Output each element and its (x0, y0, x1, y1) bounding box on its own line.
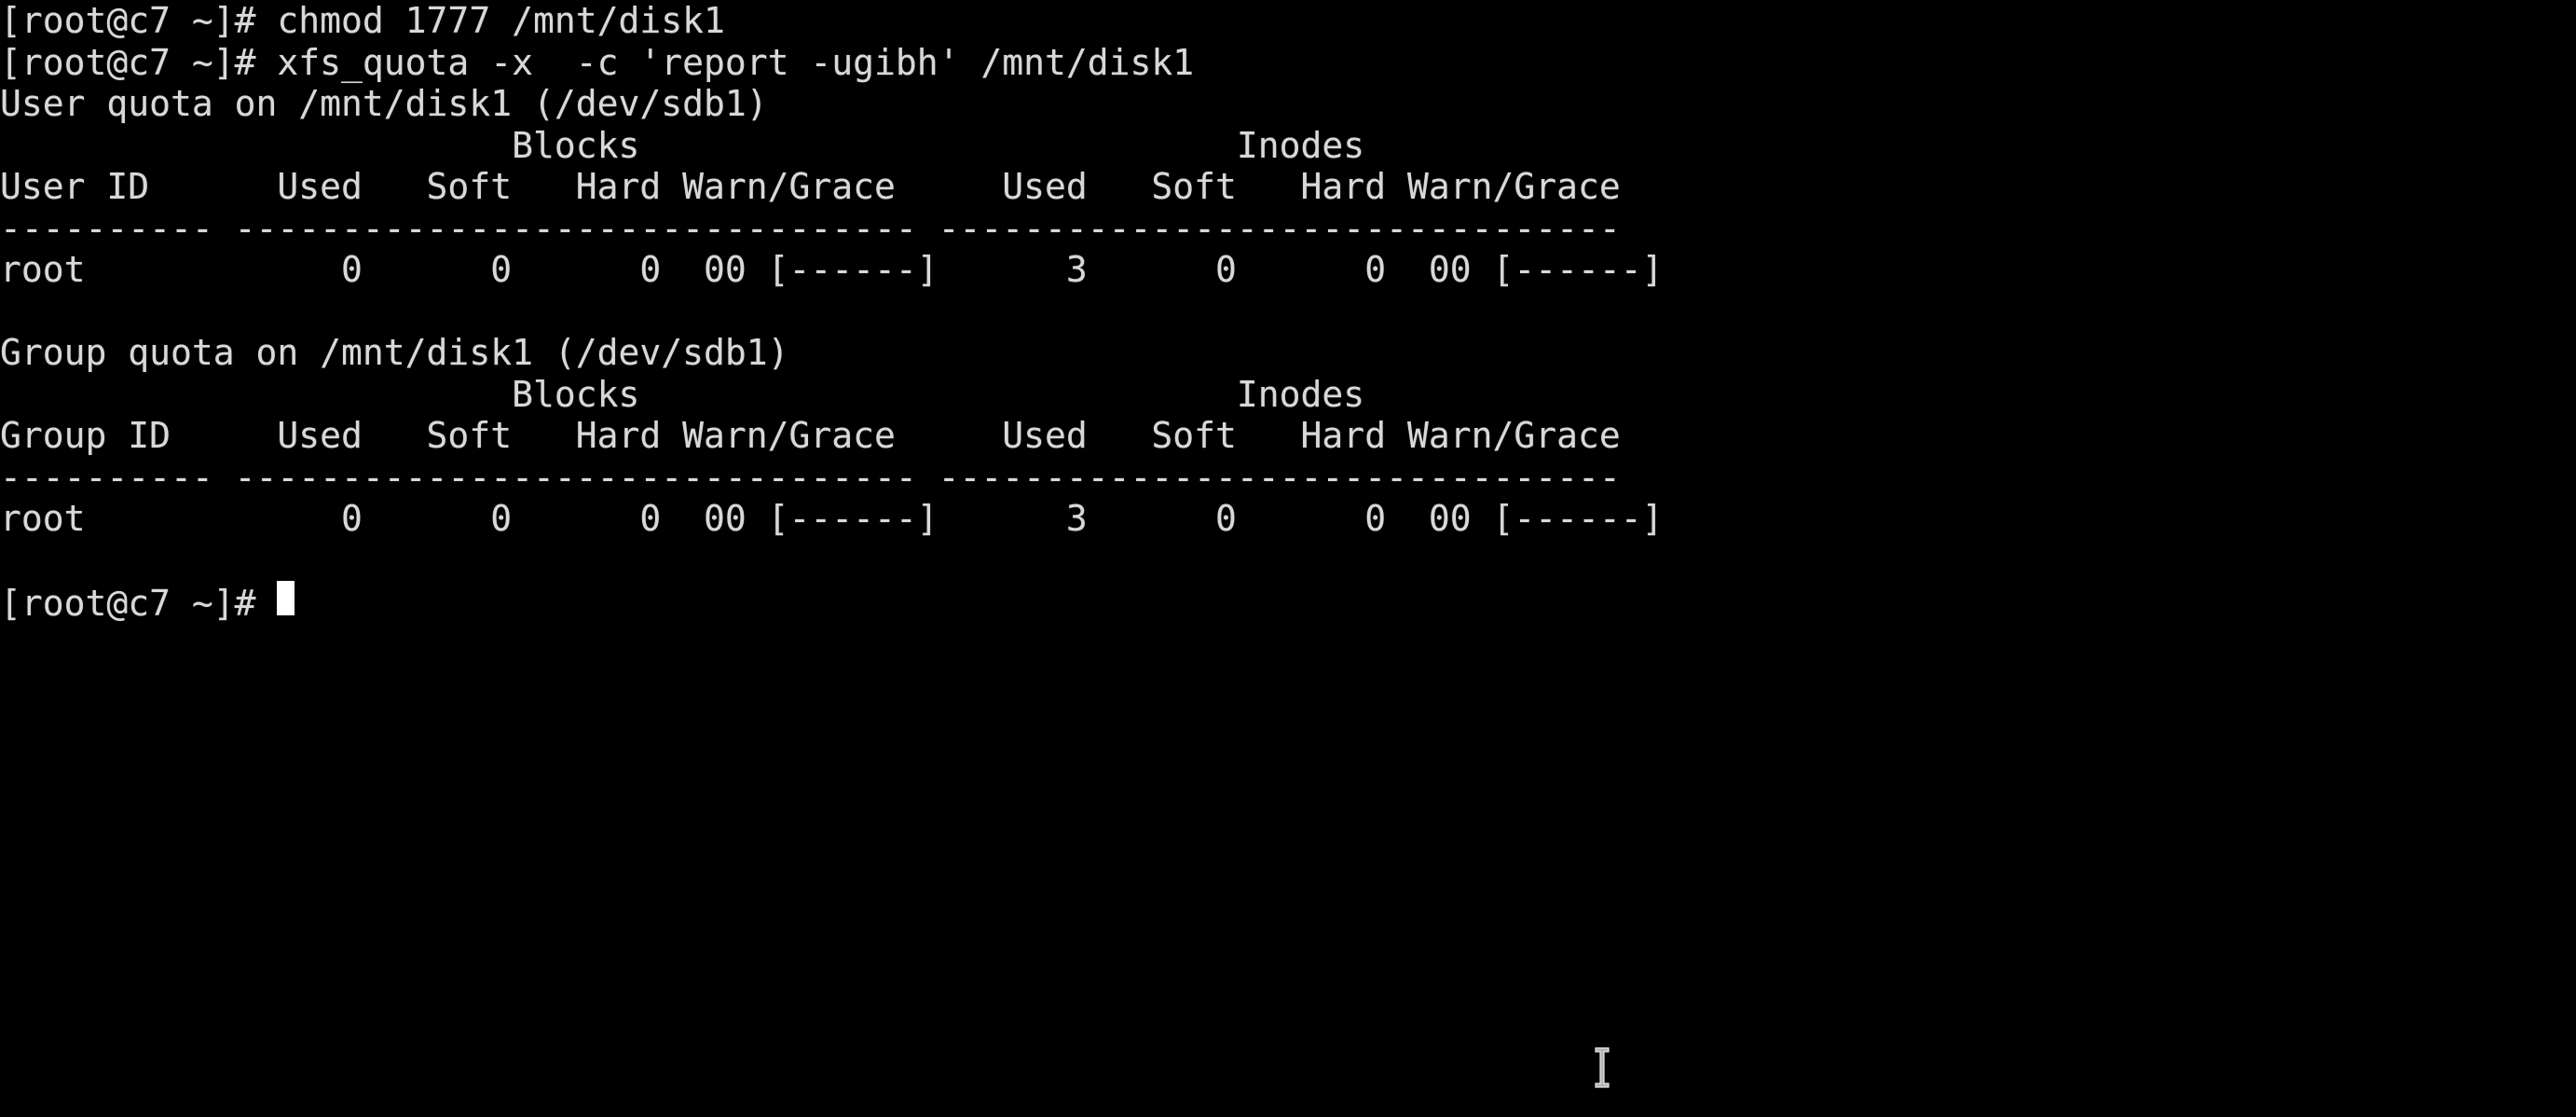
terminal-line-user-group-headers: Blocks Inodes (0, 124, 1664, 166)
terminal-screen[interactable]: [root@c7 ~]# chmod 1777 /mnt/disk1 [root… (0, 0, 2576, 624)
terminal-line-blank-2 (0, 540, 2576, 582)
block-cursor (277, 581, 295, 615)
terminal-line-group-quota-heading: Group quota on /mnt/disk1 (/dev/sdb1) (0, 332, 789, 373)
terminal-line-blank-1 (0, 291, 2576, 333)
terminal-line-group-group-headers: Blocks Inodes (0, 373, 1664, 415)
terminal-line-user-separator: ---------- -----------------------------… (0, 207, 1621, 249)
terminal-line-group-separator: ---------- -----------------------------… (0, 456, 1621, 498)
shell-prompt: [root@c7 ~]# (0, 583, 278, 624)
terminal-line-group-row-root: root 0 0 0 00 [------] 3 0 0 00 [------] (0, 498, 1664, 539)
terminal-line-command-chmod: [root@c7 ~]# chmod 1777 /mnt/disk1 (0, 0, 725, 41)
text-ibeam-cursor (1595, 1047, 1610, 1088)
terminal-line-user-row-root: root 0 0 0 00 [------] 3 0 0 00 [------] (0, 249, 1664, 290)
terminal-line-user-column-headers: User ID Used Soft Hard Warn/Grace Used S… (0, 166, 1621, 207)
terminal-window[interactable]: [root@c7 ~]# chmod 1777 /mnt/disk1 [root… (0, 0, 2576, 1117)
terminal-line-group-column-headers: Group ID Used Soft Hard Warn/Grace Used … (0, 415, 1621, 456)
terminal-line-command-xfsquota: [root@c7 ~]# xfs_quota -x -c 'report -ug… (0, 41, 1195, 83)
terminal-prompt-line[interactable]: [root@c7 ~]# (0, 581, 2576, 624)
terminal-line-user-quota-heading: User quota on /mnt/disk1 (/dev/sdb1) (0, 83, 768, 124)
